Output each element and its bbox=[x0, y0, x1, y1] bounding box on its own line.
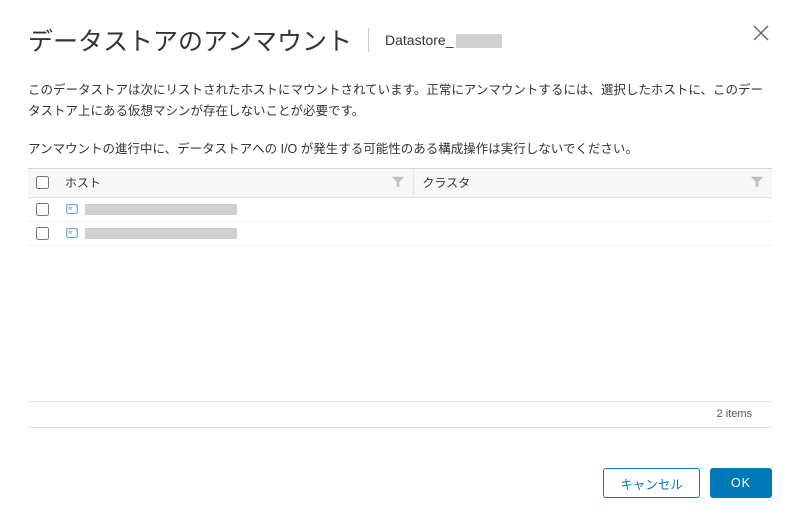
row-host-cell bbox=[57, 226, 415, 240]
select-all-checkbox[interactable] bbox=[36, 176, 49, 189]
filter-icon bbox=[391, 175, 405, 189]
table-row[interactable] bbox=[28, 198, 772, 222]
row-checkbox[interactable] bbox=[36, 227, 49, 240]
column-header-cluster[interactable]: クラスタ bbox=[414, 169, 772, 197]
items-count: 2 items bbox=[717, 408, 752, 420]
host-icon bbox=[65, 202, 79, 216]
description-warning: アンマウントの進行中に、データストアへの I/O が発生する可能性のある構成操作… bbox=[28, 139, 772, 160]
description-primary: このデータストアは次にリストされたホストにマウントされています。正常にアンマウン… bbox=[28, 80, 772, 123]
hosts-grid: ホスト クラスタ bbox=[28, 168, 772, 428]
host-name-redacted bbox=[85, 204, 237, 215]
host-icon bbox=[65, 226, 79, 240]
datastore-name-redacted bbox=[456, 34, 502, 48]
filter-icon bbox=[750, 175, 764, 189]
column-header-host-label: ホスト bbox=[65, 174, 101, 191]
row-check-cell bbox=[28, 224, 57, 243]
grid-footer: 2 items bbox=[28, 402, 772, 428]
column-header-host[interactable]: ホスト bbox=[57, 169, 415, 197]
filter-host-button[interactable] bbox=[391, 175, 405, 189]
dialog-header: データストアのアンマウント Datastore_ bbox=[28, 22, 772, 58]
row-check-cell bbox=[28, 200, 57, 219]
grid-header-row: ホスト クラスタ bbox=[28, 169, 772, 198]
datastore-name: Datastore_ bbox=[385, 32, 501, 48]
close-icon bbox=[752, 24, 770, 42]
dialog-title: データストアのアンマウント bbox=[28, 22, 352, 58]
grid-body[interactable] bbox=[28, 198, 772, 402]
filter-cluster-button[interactable] bbox=[750, 175, 764, 189]
select-all-cell bbox=[28, 169, 57, 197]
host-name-redacted bbox=[85, 228, 237, 239]
title-divider bbox=[368, 28, 369, 52]
table-row[interactable] bbox=[28, 222, 772, 246]
ok-button[interactable]: OK bbox=[710, 468, 772, 498]
dialog-buttons: キャンセル OK bbox=[603, 468, 772, 498]
row-checkbox[interactable] bbox=[36, 203, 49, 216]
row-host-cell bbox=[57, 202, 415, 216]
cancel-button[interactable]: キャンセル bbox=[603, 468, 700, 498]
column-header-cluster-label: クラスタ bbox=[422, 174, 470, 191]
datastore-prefix: Datastore_ bbox=[385, 32, 453, 48]
close-button[interactable] bbox=[752, 24, 770, 47]
unmount-datastore-dialog: データストアのアンマウント Datastore_ このデータストアは次にリストさ… bbox=[0, 0, 800, 516]
